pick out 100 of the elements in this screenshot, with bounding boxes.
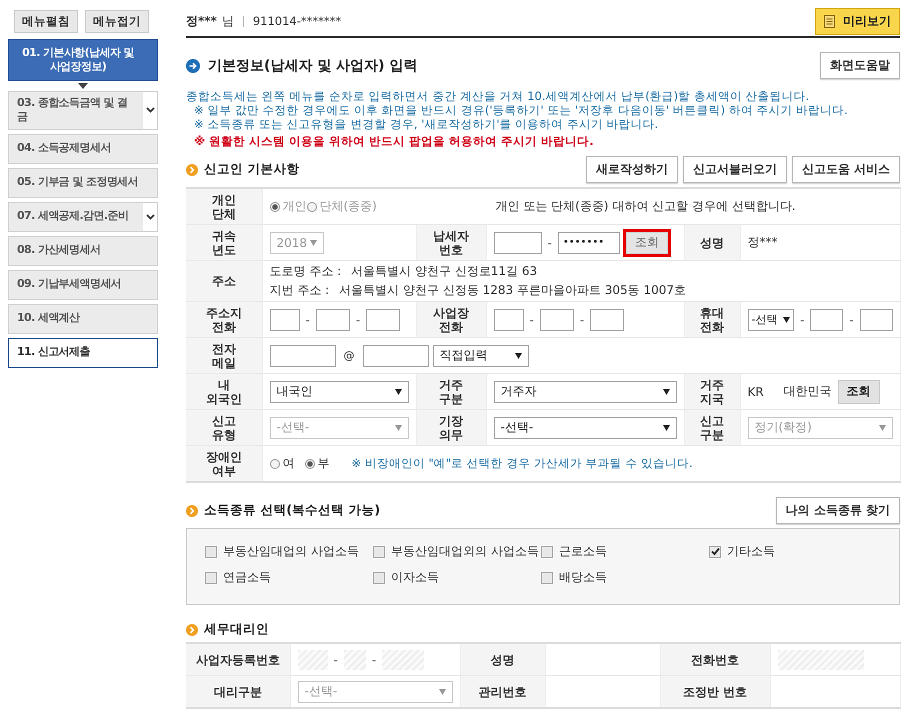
field-label: 휴대 전화 bbox=[699, 306, 725, 334]
caret-icon bbox=[438, 688, 446, 694]
sidebar-item[interactable]: 05. 기부금 및 조정명세서 bbox=[8, 168, 158, 198]
field-label: 주소지 전화 bbox=[204, 306, 243, 334]
radio-button[interactable]: 여 bbox=[270, 455, 294, 472]
checkbox[interactable]: 근로소득 bbox=[541, 543, 607, 560]
honorific: 님 bbox=[222, 12, 234, 30]
separator: - bbox=[370, 652, 378, 666]
section-bullet-icon bbox=[186, 624, 198, 636]
address-value: 서울특별시 양천구 신정로11길 63 bbox=[351, 263, 538, 280]
input-field[interactable] bbox=[540, 308, 574, 330]
section-title: 세무대리인 bbox=[204, 621, 269, 638]
field-label: 신고 유형 bbox=[210, 414, 237, 442]
separator: - bbox=[799, 312, 806, 326]
caret-icon bbox=[783, 316, 790, 322]
checkbox[interactable]: 부동산임대업외의 사업소득 bbox=[373, 543, 539, 560]
password-field[interactable]: ••••••• bbox=[558, 232, 620, 254]
dropdown[interactable]: 직접입력 bbox=[432, 344, 528, 366]
address-value: 서울특별시 양천구 신정동 1283 푸른마을아파트 305동 1007호 bbox=[339, 282, 686, 299]
caret-icon bbox=[514, 352, 522, 358]
sidebar-item[interactable]: 07. 세액공제.감면.준비 bbox=[8, 202, 158, 232]
dropdown[interactable]: -선택 bbox=[748, 308, 794, 330]
separator: - bbox=[848, 312, 855, 326]
checkbox[interactable]: 부동산임대업의 사업소득 bbox=[205, 543, 359, 560]
field-label: 귀속 년도 bbox=[210, 228, 237, 256]
checkbox[interactable]: 배당소득 bbox=[541, 569, 607, 586]
notice-text: 종합소득세는 왼쪽 메뉴를 순차로 입력하면서 중간 계산을 거쳐 10.세액계산에서 납부(환급)할 총세액이 산출됩니다. bbox=[186, 89, 810, 103]
input-field[interactable] bbox=[316, 308, 350, 330]
input-field[interactable] bbox=[494, 232, 542, 254]
section-title: 소득종류 선택(복수선택 가능) bbox=[204, 502, 380, 519]
sidebar-item[interactable]: 08. 가산세명세서 bbox=[8, 236, 158, 266]
section-bullet-icon bbox=[186, 164, 198, 176]
field-label: 사업장 전화 bbox=[432, 306, 470, 334]
find-income-button[interactable]: 나의 소득종류 찾기 bbox=[776, 497, 900, 524]
separator: - bbox=[528, 312, 535, 326]
country-code: KR bbox=[748, 384, 764, 398]
field-label: 성명 bbox=[490, 652, 514, 666]
input-field[interactable] bbox=[810, 308, 844, 330]
lookup-button[interactable]: 조회 bbox=[838, 380, 880, 404]
input-field[interactable] bbox=[270, 308, 300, 330]
separator: - bbox=[354, 312, 362, 326]
input-field[interactable] bbox=[366, 308, 400, 330]
country-name: 대한민국 bbox=[784, 383, 832, 400]
radio-hint: 개인 또는 단체(종중) 대하여 신고할 경우에 선택합니다. bbox=[496, 198, 796, 215]
field-label: 거주 지국 bbox=[699, 378, 725, 406]
dropdown[interactable]: -선택- bbox=[494, 416, 676, 438]
field-label: 기장 의무 bbox=[438, 414, 464, 442]
sidebar-item[interactable]: 11. 신고서제출 bbox=[8, 338, 158, 368]
input-field[interactable] bbox=[494, 308, 524, 330]
field-label: 대리구분 bbox=[214, 684, 262, 698]
chevron-down-icon bbox=[146, 107, 154, 114]
notice-text: ※ 원활한 시스템 이용을 위하여 반드시 팝업을 허용하여 주시기 바랍니다. bbox=[193, 134, 595, 148]
input-field[interactable] bbox=[362, 344, 428, 366]
separator: - bbox=[332, 652, 339, 666]
radio-note: ※ 비장애인이 "예"로 선택한 경우 가산세가 부과될 수 있습니다. bbox=[352, 456, 693, 471]
preview-button[interactable]: 미리보기 bbox=[815, 8, 900, 34]
separator: - bbox=[578, 312, 586, 326]
input-field[interactable] bbox=[270, 344, 336, 366]
notice-text: ※ 소득종류 또는 신고유형을 변경할 경우, '새로작성하기'를 이용하여 주시기 바랍니다. bbox=[193, 117, 660, 131]
check-icon bbox=[710, 547, 720, 556]
checkbox[interactable]: 이자소득 bbox=[373, 569, 439, 586]
radio-button[interactable]: 부 bbox=[304, 455, 330, 472]
dropdown[interactable]: 거주자 bbox=[494, 380, 676, 402]
checkbox[interactable]: 연금소득 bbox=[205, 569, 271, 586]
separator: - bbox=[304, 312, 311, 326]
caret-icon bbox=[662, 388, 670, 394]
notice-text: ※ 일부 값만 수정한 경우에도 이후 화면을 반드시 경유('등록하기' 또는 '저장후 다음이동' 버튼클릭) 하여 주시기 바랍니다. bbox=[193, 103, 849, 117]
menu-button[interactable]: 메뉴펼침 bbox=[14, 10, 78, 33]
sidebar-item[interactable]: 10. 세액계산 bbox=[8, 304, 158, 334]
dropdown[interactable]: 내국인 bbox=[270, 380, 408, 402]
section-title: 신고인 기본사항 bbox=[204, 161, 300, 178]
sidebar-item[interactable]: 09. 기납부세액명세서 bbox=[8, 270, 158, 300]
document-icon bbox=[824, 14, 835, 28]
caret-icon bbox=[394, 424, 402, 430]
chevron-down-icon bbox=[146, 214, 154, 220]
field-label: 거주 구분 bbox=[438, 378, 464, 406]
field-label: 납세자 번호 bbox=[432, 228, 470, 256]
field-label: 신고 구분 bbox=[699, 414, 725, 442]
field-label: 관리번호 bbox=[478, 684, 526, 698]
sidebar-item[interactable]: 01. 기본사항(납세자 및 사업장정보) bbox=[8, 39, 158, 81]
sidebar-item[interactable]: 04. 소득공제명세서 bbox=[8, 134, 158, 164]
page-title: 기본정보(납세자 및 사업자) 입력 bbox=[208, 56, 418, 74]
action-button[interactable]: 신고도움 서비스 bbox=[792, 156, 900, 183]
menu-button[interactable]: 메뉴접기 bbox=[85, 10, 149, 33]
input-field[interactable] bbox=[590, 308, 624, 330]
action-button[interactable]: 신고서불러오기 bbox=[682, 156, 787, 183]
section-bullet-icon bbox=[186, 504, 198, 516]
action-button[interactable]: 새로작성하기 bbox=[586, 156, 678, 183]
sidebar-item[interactable]: 03. 종합소득금액 및 결 금 bbox=[8, 91, 158, 130]
field-label: 조정반 번호 bbox=[682, 684, 748, 698]
field-label: 장애인 여부 bbox=[204, 450, 243, 478]
checkbox[interactable]: 기타소득 bbox=[709, 543, 775, 560]
caret-icon bbox=[662, 424, 670, 430]
arrow-circle-icon bbox=[186, 58, 200, 72]
help-button[interactable]: 화면도움말 bbox=[820, 52, 900, 79]
address-label: 지번 주소 : bbox=[270, 282, 330, 299]
resident-number: 911014-******* bbox=[252, 14, 342, 28]
caret-icon bbox=[394, 388, 402, 394]
down-triangle-icon bbox=[78, 83, 88, 89]
input-field[interactable] bbox=[860, 308, 893, 330]
